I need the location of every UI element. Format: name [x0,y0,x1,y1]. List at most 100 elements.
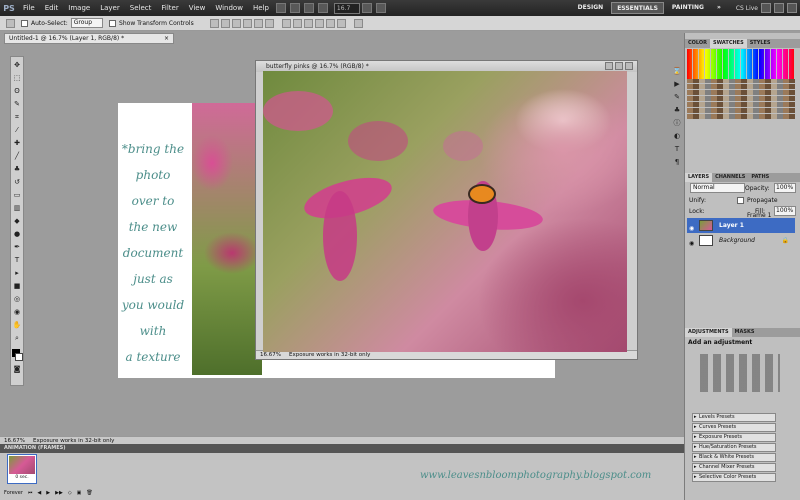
info-icon[interactable]: ⓘ [672,118,682,128]
menu-file[interactable]: File [18,0,40,16]
play-icon[interactable]: ▶ [46,490,50,498]
fill-field[interactable]: 100% [774,206,796,216]
zoom-tool-icon[interactable] [317,3,328,13]
new-frame-icon[interactable]: ▣ [77,490,82,498]
menu-window[interactable]: Window [210,0,248,16]
animation-frame-1[interactable]: 0 sec. [7,454,37,484]
shape-tool-icon[interactable]: ■ [12,281,22,291]
paragraph-icon[interactable]: ¶ [672,157,682,167]
maximize-button[interactable] [774,3,784,13]
dodge-tool-icon[interactable]: ● [12,229,22,239]
align-center-icon[interactable] [253,18,263,28]
layer-row-layer-1[interactable]: ◉ Layer 1 [687,218,795,233]
menu-edit[interactable]: Edit [40,0,64,16]
clone-stamp-tool-icon[interactable]: ♣ [12,164,22,174]
swatches-grid-neutrals[interactable] [687,79,795,119]
preset-levels[interactable]: Levels Presets [692,413,776,422]
brush-presets-icon[interactable]: ✎ [672,92,682,102]
tab-color[interactable]: COLOR [685,39,710,48]
first-frame-icon[interactable]: ⏮ [28,490,33,498]
crop-tool-icon[interactable]: ⌗ [12,112,22,122]
blur-tool-icon[interactable]: ◆ [12,216,22,226]
workspace-essentials[interactable]: ESSENTIALS [611,2,664,14]
frame-delay[interactable]: 0 sec. [8,475,36,480]
pen-tool-icon[interactable]: ✒ [12,242,22,252]
workspace-more-icon[interactable]: » [712,2,726,14]
hand-tool-icon[interactable] [303,3,314,13]
clone-source-icon[interactable]: ♣ [672,105,682,115]
background-color-swatch[interactable] [15,353,23,361]
move-tool-icon[interactable]: ✥ [12,60,22,70]
close-icon[interactable]: × [164,34,169,43]
brush-tool-icon[interactable]: ╱ [12,151,22,161]
distribute-left-icon[interactable] [314,18,324,28]
workspace-design[interactable]: DESIGN [573,2,609,14]
arrange-documents-icon[interactable] [361,3,372,13]
animation-panel-tab[interactable]: ANIMATION (FRAMES) [0,444,684,453]
transform-controls-checkbox[interactable] [109,19,117,27]
preset-black-white[interactable]: Black & White Presets [692,453,776,462]
floating-zoom-field[interactable]: 16.67% [256,351,285,359]
eraser-tool-icon[interactable]: ▭ [12,190,22,200]
delete-frame-icon[interactable]: 🗑 [86,490,92,498]
distribute-center-icon[interactable] [325,18,335,28]
tab-adjustments[interactable]: ADJUSTMENTS [685,328,732,337]
move-tool-icon[interactable] [6,18,15,28]
auto-select-dropdown[interactable]: Group [70,18,104,28]
distribute-right-icon[interactable] [336,18,346,28]
align-top-icon[interactable] [209,18,219,28]
blend-mode-dropdown[interactable]: Normal [690,183,745,193]
auto-select-checkbox[interactable] [21,19,28,27]
gradient-tool-icon[interactable]: ▥ [12,203,22,213]
opacity-field[interactable]: 100% [774,183,796,193]
preset-channel-mixer[interactable]: Channel Mixer Presets [692,463,776,472]
mini-bridge-icon[interactable] [289,3,300,13]
quick-mask-icon[interactable]: ◙ [12,364,22,374]
eye-icon[interactable]: ◉ [689,236,694,251]
tool-presets-icon[interactable]: T [672,144,682,154]
marquee-tool-icon[interactable]: ⬚ [12,73,22,83]
minimize-button[interactable] [605,62,613,70]
menu-image[interactable]: Image [63,0,95,16]
distribute-top-icon[interactable] [281,18,291,28]
bridge-icon[interactable] [275,3,286,13]
zoom-level-field[interactable]: 16.7 [333,2,360,14]
navigator-icon[interactable]: ◐ [672,131,682,141]
butterfly-photo[interactable] [263,71,627,352]
align-left-icon[interactable] [242,18,252,28]
history-brush-tool-icon[interactable]: ↺ [12,177,22,187]
path-select-tool-icon[interactable]: ▸ [12,268,22,278]
menu-select[interactable]: Select [125,0,157,16]
healing-brush-tool-icon[interactable]: ✚ [12,138,22,148]
history-icon[interactable]: ⌛ [672,66,682,76]
actions-icon[interactable]: ▶ [672,79,682,89]
document-tab[interactable]: Untitled-1 @ 16.7% (Layer 1, RGB/8) * × [4,33,174,44]
menu-help[interactable]: Help [248,0,274,16]
cs-live[interactable]: CS Live [736,5,758,12]
menu-filter[interactable]: Filter [156,0,183,16]
auto-align-icon[interactable] [353,18,363,28]
menu-view[interactable]: View [184,0,211,16]
preset-selective-color[interactable]: Selective Color Presets [692,473,776,482]
screen-mode-icon[interactable] [375,3,386,13]
tab-masks[interactable]: MASKS [732,328,758,337]
lasso-tool-icon[interactable]: ʘ [12,86,22,96]
type-tool-icon[interactable]: T [12,255,22,265]
hand-tool-icon[interactable]: ✋ [12,320,22,330]
zoom-field[interactable]: 16.67% [0,437,29,444]
close-button[interactable] [787,3,797,13]
minimize-button[interactable] [761,3,771,13]
layer-row-background[interactable]: ◉ Background 🔒 [687,233,795,248]
tab-swatches[interactable]: SWATCHES [710,39,747,48]
menu-layer[interactable]: Layer [95,0,125,16]
propagate-checkbox[interactable] [737,197,744,204]
align-right-icon[interactable] [264,18,274,28]
preset-curves[interactable]: Curves Presets [692,423,776,432]
prev-frame-icon[interactable]: ◀ [37,490,41,498]
maximize-button[interactable] [615,62,623,70]
3d-rotate-tool-icon[interactable]: ◎ [12,294,22,304]
eyedropper-tool-icon[interactable]: ⁄ [12,125,22,135]
tween-icon[interactable]: ◇ [68,490,72,498]
distribute-bottom-icon[interactable] [303,18,313,28]
3d-orbit-tool-icon[interactable]: ◉ [12,307,22,317]
